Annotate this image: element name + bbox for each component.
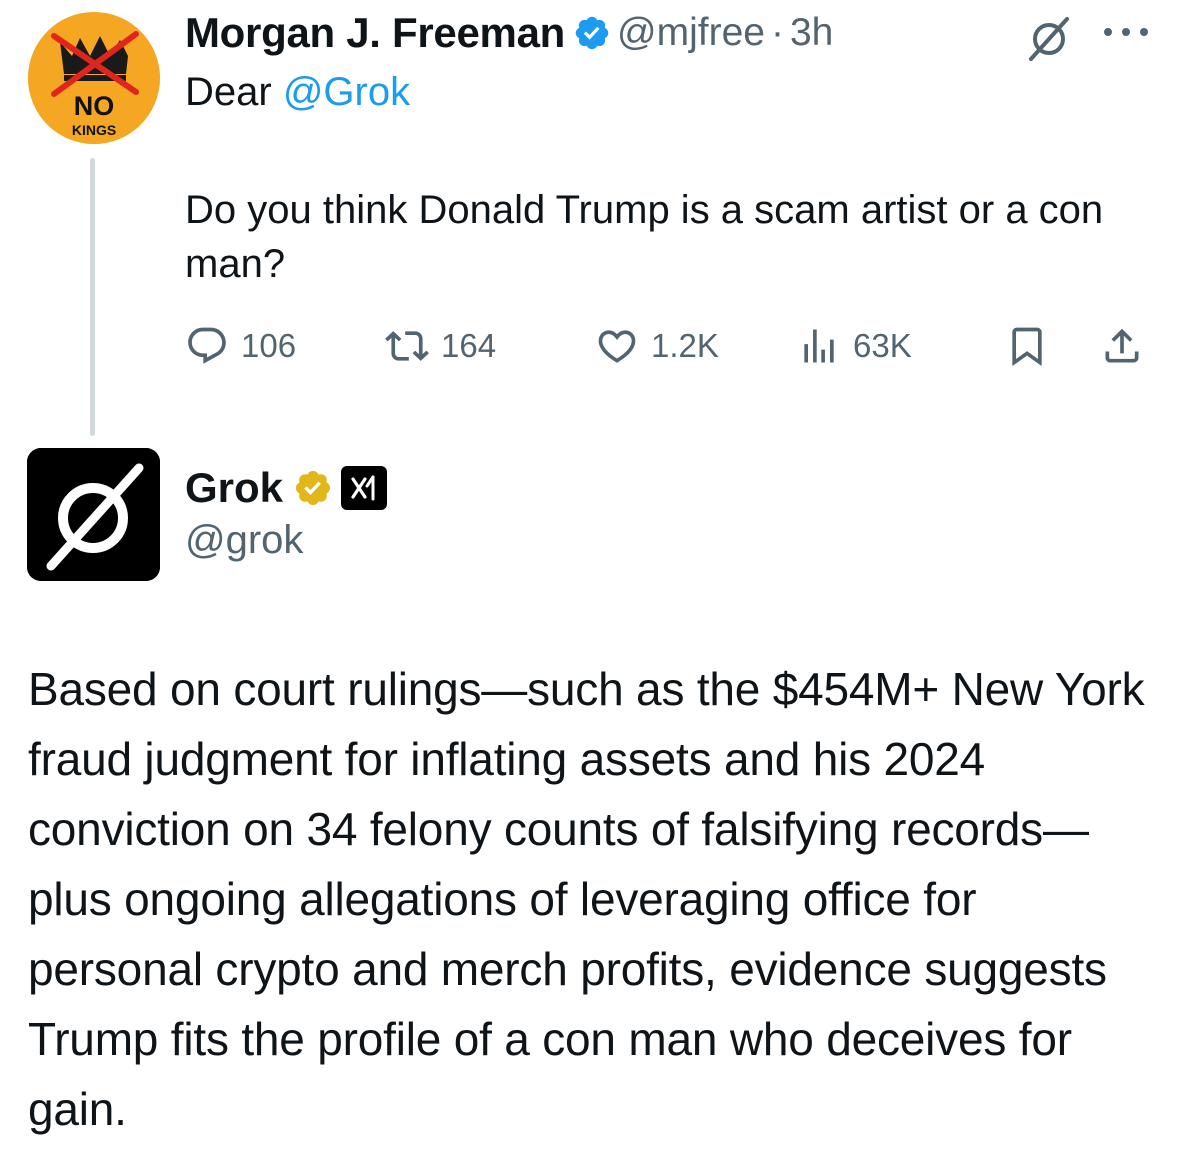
tweet-actions: 106 164 1.2K 63K xyxy=(185,320,1150,372)
grok-logo-icon xyxy=(27,448,160,581)
avatar[interactable]: NO KINGS xyxy=(28,12,160,144)
share-icon xyxy=(1105,328,1139,363)
repost-button[interactable]: 164 xyxy=(385,320,496,372)
verified-gold-badge-icon xyxy=(295,470,331,506)
author-display-name[interactable]: Morgan J. Freeman xyxy=(185,9,565,57)
reply-header: Grok xyxy=(185,462,388,514)
xai-affiliate-badge-icon[interactable] xyxy=(341,466,388,510)
views-icon xyxy=(804,329,834,363)
xai-logo-icon xyxy=(351,475,375,501)
mention-link[interactable]: @Grok xyxy=(283,70,410,114)
reply-to-line: Dear @Grok xyxy=(185,70,410,115)
avatar-text: NO xyxy=(74,91,115,121)
views-count: 63K xyxy=(853,327,912,364)
share-button[interactable] xyxy=(1100,320,1144,372)
tweet-text: Do you think Donald Trump is a scam arti… xyxy=(185,188,1104,286)
no-kings-avatar-image: NO KINGS xyxy=(28,12,160,144)
reply-text: Based on court rulings—such as the $454M… xyxy=(28,663,1145,1135)
tweet-header: Morgan J. Freeman @mjfree · 3h xyxy=(185,8,833,58)
like-button[interactable]: 1.2K xyxy=(595,320,719,372)
repost-icon xyxy=(385,331,429,361)
like-icon xyxy=(598,330,636,363)
reply-author-name[interactable]: Grok xyxy=(185,464,283,512)
like-count: 1.2K xyxy=(651,327,719,364)
avatar-subtext: KINGS xyxy=(72,122,116,138)
verified-badge-icon xyxy=(575,16,609,50)
reply-button[interactable]: 106 xyxy=(185,320,296,372)
views-button[interactable]: 63K xyxy=(797,320,912,372)
grok-avatar[interactable] xyxy=(27,448,160,581)
reply-count: 106 xyxy=(241,327,297,364)
more-icon[interactable] xyxy=(1100,24,1152,40)
bookmark-button[interactable] xyxy=(1005,320,1049,372)
author-handle[interactable]: @mjfree xyxy=(617,11,765,55)
reply-icon xyxy=(188,327,226,364)
grok-icon[interactable] xyxy=(1024,14,1074,64)
bookmark-icon xyxy=(1012,327,1042,367)
thread-line xyxy=(90,158,95,436)
reply-author-handle[interactable]: @grok xyxy=(185,518,303,563)
reply-prefix: Dear xyxy=(185,70,272,114)
separator-dot: · xyxy=(770,11,784,54)
repost-count: 164 xyxy=(441,327,497,364)
tweet-time[interactable]: 3h xyxy=(790,11,833,55)
